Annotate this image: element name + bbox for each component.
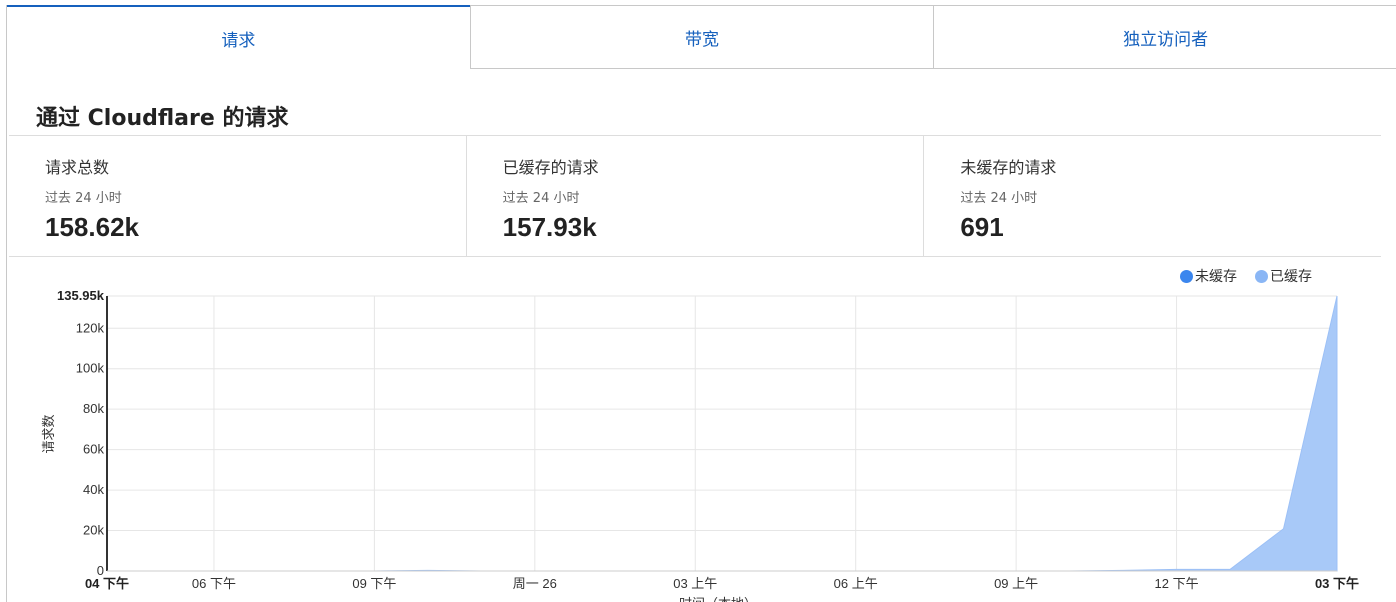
x-tick-label: 06 下午	[192, 576, 236, 591]
x-tick-label: 12 下午	[1155, 576, 1199, 591]
y-tick-label: 100k	[76, 361, 105, 376]
x-tick-label: 03 上午	[673, 576, 717, 591]
x-tick-label: 06 上午	[834, 576, 878, 591]
y-tick-label: 80k	[83, 401, 104, 416]
y-axis-label: 请求数	[41, 414, 56, 453]
y-tick-label: 20k	[83, 523, 104, 538]
x-tick-label: 04 下午	[85, 576, 129, 591]
x-tick-label: 09 上午	[994, 576, 1038, 591]
x-tick-label: 周一 26	[513, 576, 557, 591]
x-tick-label: 09 下午	[352, 576, 396, 591]
cached-area	[107, 295, 1338, 572]
y-tick-label: 120k	[76, 320, 105, 335]
y-tick-label: 135.95k	[57, 288, 105, 303]
y-tick-label: 60k	[83, 442, 104, 457]
x-tick-label: 03 下午	[1315, 576, 1359, 591]
requests-chart: 020k40k60k80k100k120k135.95k04 下午 06 下午 09…	[41, 288, 1359, 602]
x-axis-label: 时间（本地）	[679, 596, 757, 602]
y-tick-label: 40k	[83, 482, 104, 497]
